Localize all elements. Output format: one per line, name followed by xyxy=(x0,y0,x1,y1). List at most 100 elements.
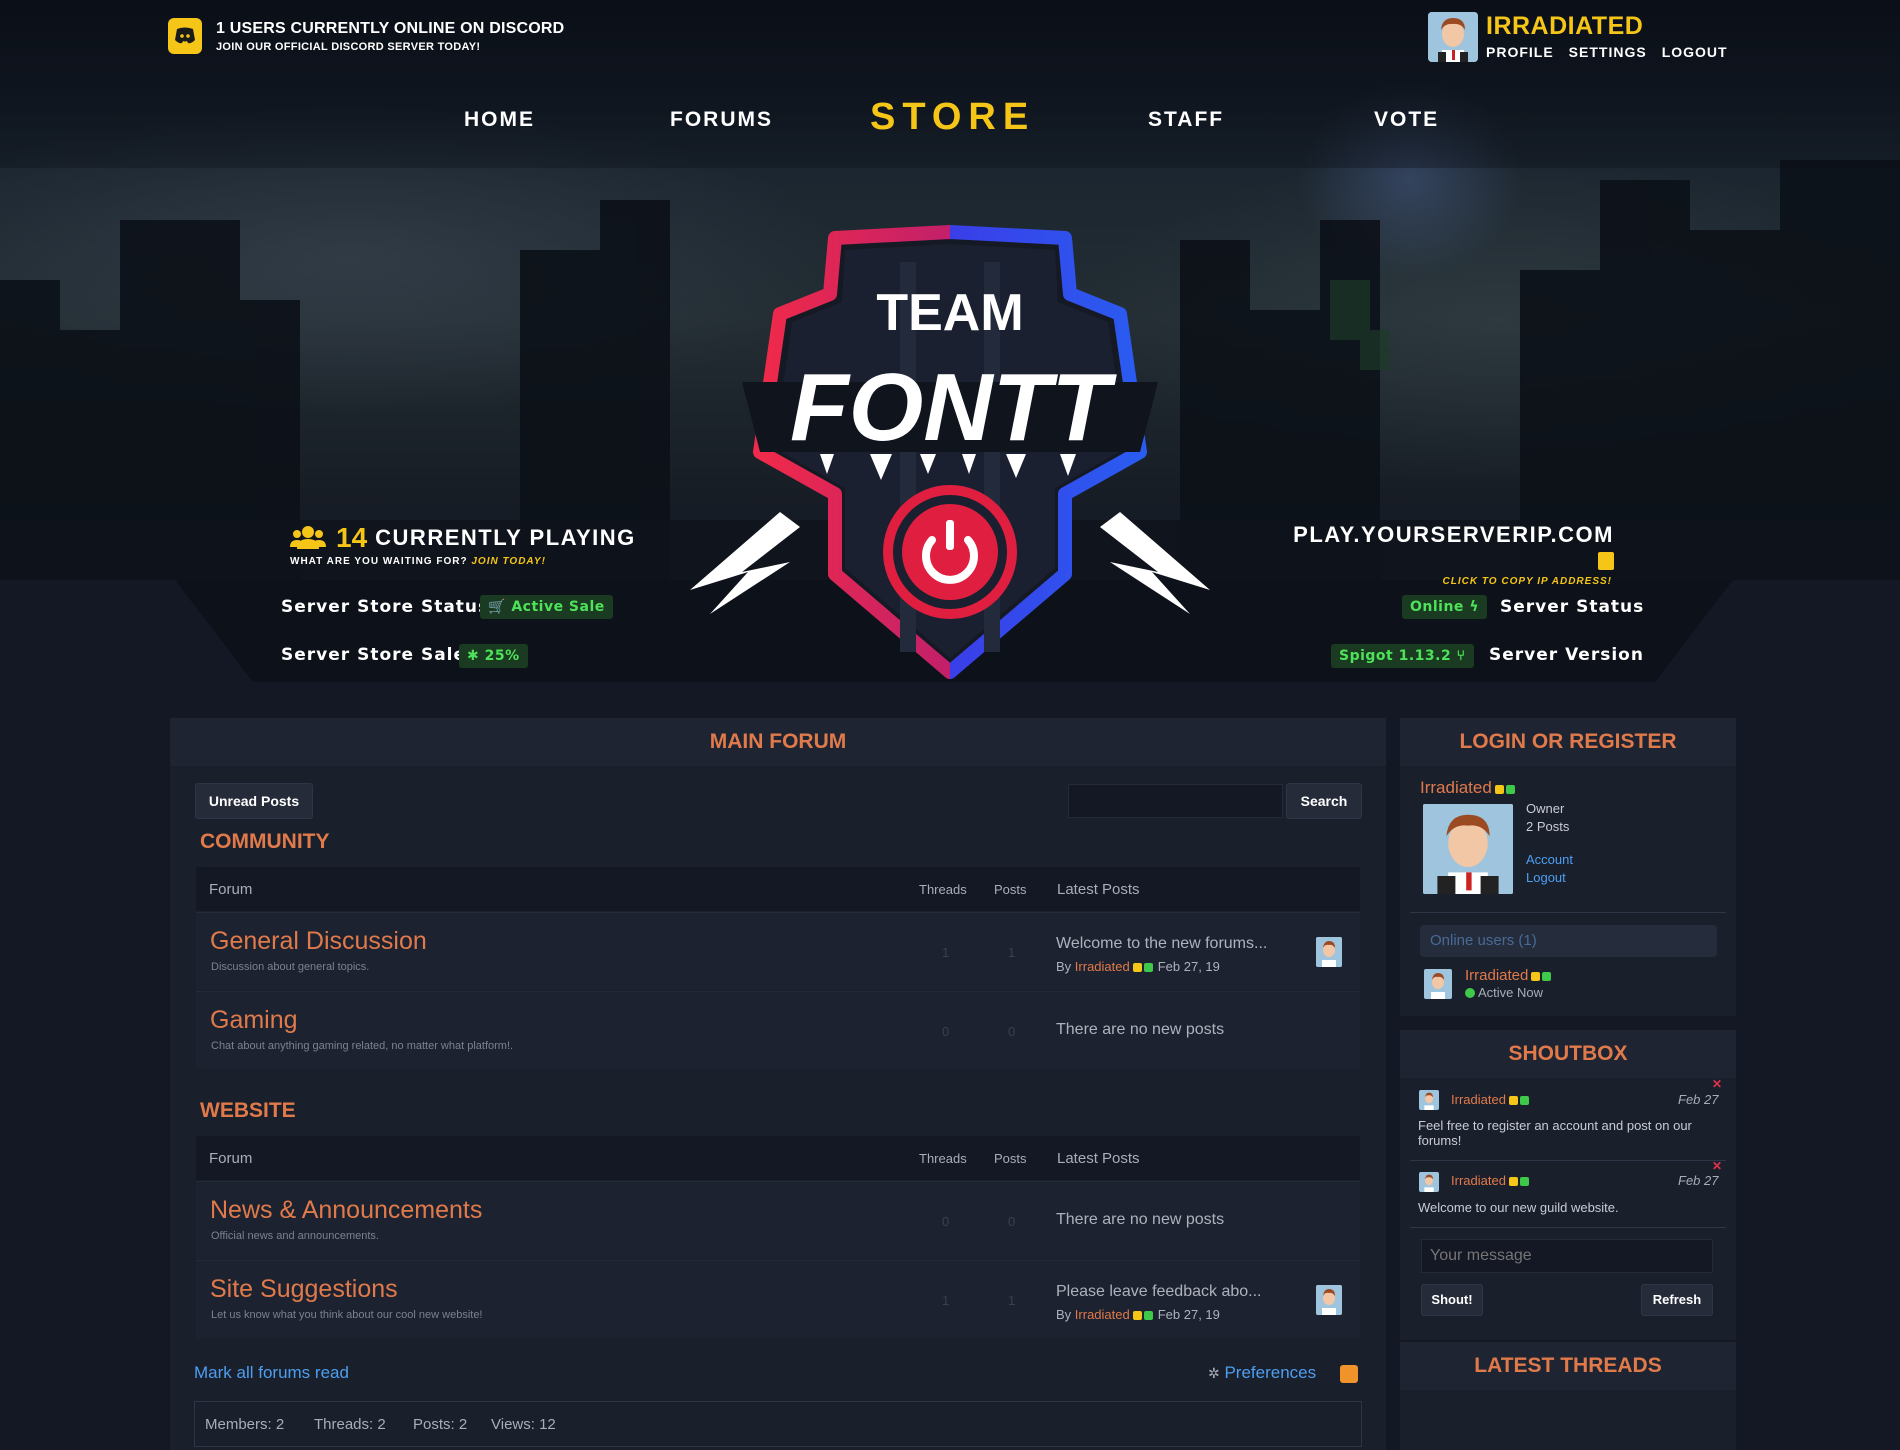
forum-desc: Let us know what you think about our coo… xyxy=(211,1309,483,1321)
online-user-name[interactable]: Irradiated xyxy=(1465,967,1556,985)
latest-post-empty: There are no new posts xyxy=(1056,1211,1225,1228)
profile-posts: 2 Posts xyxy=(1526,819,1570,834)
cart-icon: 🛒 xyxy=(488,599,506,615)
preferences-link[interactable]: ✲ Preferences xyxy=(1208,1363,1316,1383)
nav-store[interactable]: STORE xyxy=(870,96,1035,139)
shout-avatar xyxy=(1419,1090,1439,1110)
main-nav: HOME FORUMS STORE STAFF VOTE xyxy=(0,96,1900,146)
col-posts: Posts xyxy=(994,1151,1027,1166)
search-input[interactable] xyxy=(1068,784,1283,818)
online-user-avatar[interactable] xyxy=(1424,969,1452,999)
author-avatar[interactable] xyxy=(1316,1285,1342,1315)
delete-shout-icon[interactable]: ✕ xyxy=(1712,1077,1722,1091)
forum-desc: Discussion about general topics. xyxy=(211,961,370,973)
profile-role: Owner xyxy=(1526,801,1565,816)
col-forum: Forum xyxy=(209,881,253,898)
thread-count: 0 xyxy=(942,1214,950,1229)
rank-badges xyxy=(1531,968,1553,985)
refresh-button[interactable]: Refresh xyxy=(1641,1284,1713,1316)
server-status-badge: Online ϟ xyxy=(1402,595,1488,619)
tag-icon: ✱ xyxy=(467,648,480,664)
nav-vote[interactable]: VOTE xyxy=(1374,108,1439,132)
shout-message: Feel free to register an account and pos… xyxy=(1418,1118,1692,1148)
gear-icon: ✲ xyxy=(1208,1365,1220,1381)
forum-title[interactable]: General Discussion xyxy=(210,927,427,956)
mark-all-read-link[interactable]: Mark all forums read xyxy=(194,1363,349,1383)
server-status-label: Server Status xyxy=(1500,597,1645,617)
latest-post-link[interactable]: Please leave feedback abo... xyxy=(1056,1283,1261,1301)
author-avatar[interactable] xyxy=(1316,937,1342,967)
unread-posts-button[interactable]: Unread Posts xyxy=(195,783,313,819)
post-count: 0 xyxy=(1008,1024,1016,1039)
rss-icon[interactable] xyxy=(1340,1365,1358,1383)
shout-user[interactable]: Irradiated xyxy=(1451,1173,1534,1189)
copy-ip-hint[interactable]: CLICK TO COPY IP ADDRESS! xyxy=(1274,576,1614,587)
latest-post-meta: By Irradiated Feb 27, 19 xyxy=(1056,959,1220,975)
col-latest: Latest Posts xyxy=(1057,881,1140,898)
forum-table-header: Forum Threads Posts Latest Posts xyxy=(196,867,1360,911)
profile-avatar[interactable] xyxy=(1423,804,1513,894)
rank-badges xyxy=(1132,1308,1155,1323)
nav-forums[interactable]: FORUMS xyxy=(670,108,773,132)
store-sale-label: Server Store Sale xyxy=(281,645,467,665)
stat-views: Views: 12 xyxy=(491,1416,556,1433)
server-version-badge: Spigot 1.13.2 ⑂ xyxy=(1331,644,1474,668)
join-today-link[interactable]: JOIN TODAY! xyxy=(471,556,546,567)
server-ip-text[interactable]: PLAY.YOURSERVERIP.COM xyxy=(1293,522,1614,547)
branch-icon: ⑂ xyxy=(1456,648,1466,664)
shout-user[interactable]: Irradiated xyxy=(1451,1092,1534,1108)
logout-link[interactable]: LOGOUT xyxy=(1662,44,1728,60)
shoutbox-title: SHOUTBOX xyxy=(1400,1030,1736,1078)
rank-badges xyxy=(1508,1174,1531,1189)
logout-link[interactable]: Logout xyxy=(1526,870,1566,885)
nav-staff[interactable]: STAFF xyxy=(1148,108,1224,132)
settings-link[interactable]: SETTINGS xyxy=(1569,44,1647,60)
copy-icon[interactable] xyxy=(1598,552,1614,570)
profile-link[interactable]: PROFILE xyxy=(1486,44,1554,60)
forum-title[interactable]: Gaming xyxy=(210,1006,298,1035)
username[interactable]: IRRADIATED xyxy=(1486,12,1728,40)
forum-title[interactable]: Site Suggestions xyxy=(210,1275,398,1304)
avatar[interactable] xyxy=(1428,12,1478,62)
forum-row: General Discussion Discussion about gene… xyxy=(196,912,1360,990)
latest-post-author[interactable]: Irradiated xyxy=(1075,1307,1130,1322)
rank-badges xyxy=(1132,960,1155,975)
rank-badges xyxy=(1508,1093,1531,1108)
latest-post-empty: There are no new posts xyxy=(1056,1021,1225,1038)
discord-widget[interactable]: 1 USERS CURRENTLY ONLINE ON DISCORD JOIN… xyxy=(168,18,564,54)
discord-icon xyxy=(168,18,202,54)
search-button[interactable]: Search xyxy=(1286,783,1362,819)
online-user-status: Active Now xyxy=(1465,985,1543,1000)
shout-message-input[interactable] xyxy=(1421,1239,1713,1273)
forum-title[interactable]: News & Announcements xyxy=(210,1196,482,1225)
server-ip[interactable]: PLAY.YOURSERVERIP.COM CLICK TO COPY IP A… xyxy=(1274,522,1614,587)
forum-desc: Chat about anything gaming related, no m… xyxy=(211,1040,514,1052)
shout-message: Welcome to our new guild website. xyxy=(1418,1200,1619,1215)
profile-username[interactable]: Irradiated xyxy=(1420,778,1520,799)
users-icon xyxy=(290,526,326,549)
section-community[interactable]: COMMUNITY xyxy=(200,830,330,854)
thread-count: 1 xyxy=(942,1293,950,1308)
shout-date: Feb 27 xyxy=(1678,1173,1719,1188)
shout-button[interactable]: Shout! xyxy=(1421,1284,1483,1316)
players-subtext: WHAT ARE YOU WAITING FOR? xyxy=(290,556,468,567)
forum-table-header: Forum Threads Posts Latest Posts xyxy=(196,1136,1360,1180)
store-status-label: Server Store Status xyxy=(281,597,490,617)
user-menu: IRRADIATED PROFILE SETTINGS LOGOUT xyxy=(1428,12,1728,62)
delete-shout-icon[interactable]: ✕ xyxy=(1712,1159,1722,1173)
col-threads: Threads xyxy=(919,882,967,897)
discord-join-text[interactable]: JOIN OUR OFFICIAL DISCORD SERVER TODAY! xyxy=(216,41,564,53)
account-link[interactable]: Account xyxy=(1526,852,1573,867)
online-dot-icon xyxy=(1465,988,1475,998)
main-forum-panel: MAIN FORUM xyxy=(170,718,1386,1450)
post-count: 1 xyxy=(1008,945,1016,960)
divider xyxy=(1410,912,1726,913)
team-logo[interactable]: TEAM FONTT xyxy=(670,222,1230,682)
latest-post-author[interactable]: Irradiated xyxy=(1075,959,1130,974)
latest-threads-panel: LATEST THREADS xyxy=(1400,1342,1736,1450)
nav-home[interactable]: HOME xyxy=(464,108,535,132)
section-website[interactable]: WEBSITE xyxy=(200,1099,296,1123)
online-users-toggle[interactable]: Online users (1) xyxy=(1420,925,1717,957)
latest-post-link[interactable]: Welcome to the new forums... xyxy=(1056,935,1267,953)
forum-row: News & Announcements Official news and a… xyxy=(196,1181,1360,1259)
